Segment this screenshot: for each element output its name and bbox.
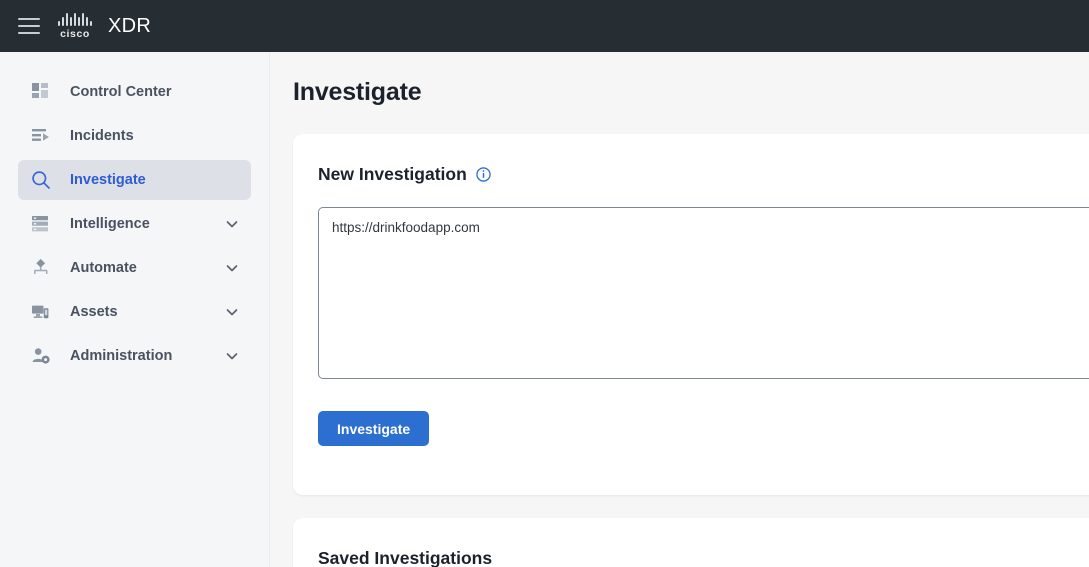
saved-investigations-card: Saved Investigations: [293, 518, 1089, 567]
investigation-input-textarea[interactable]: [318, 207, 1089, 379]
investigate-submit-button[interactable]: Investigate: [318, 411, 430, 446]
info-circle-icon[interactable]: [476, 167, 491, 182]
cisco-bars-icon: [58, 12, 92, 26]
sidebar-item-incidents[interactable]: Incidents: [18, 116, 251, 156]
chevron-down-icon[interactable]: [225, 349, 239, 363]
user-gear-icon: [30, 345, 52, 367]
incident-list-icon: [30, 125, 52, 147]
dashboard-grid-icon: [30, 81, 52, 103]
sidebar-item-intelligence[interactable]: Intelligence: [18, 204, 251, 244]
sidebar-item-label: Automate: [70, 260, 137, 276]
sidebar-item-label: Investigate: [70, 172, 146, 188]
sidebar-item-investigate[interactable]: Investigate: [18, 160, 251, 200]
page-title: Investigate: [293, 78, 422, 106]
magnifier-icon: [30, 169, 52, 191]
server-stack-icon: [30, 213, 52, 235]
sidebar-item-label: Assets: [70, 304, 118, 320]
sidebar-item-administration[interactable]: Administration: [18, 336, 251, 376]
sidebar-item-automate[interactable]: Automate: [18, 248, 251, 288]
main-content: Investigate New Investigation Investigat…: [270, 52, 1089, 567]
devices-icon: [30, 301, 52, 323]
sidebar: Control Center Incidents Investigate Int…: [0, 52, 270, 567]
new-investigation-card: New Investigation Investigate: [293, 134, 1089, 495]
sidebar-item-assets[interactable]: Assets: [18, 292, 251, 332]
product-name: XDR: [108, 14, 152, 37]
sidebar-item-label: Administration: [70, 348, 173, 364]
workflow-node-icon: [30, 257, 52, 279]
cisco-logo: cisco: [58, 12, 92, 40]
new-investigation-title: New Investigation: [318, 164, 467, 184]
new-investigation-heading: New Investigation: [293, 134, 1089, 185]
sidebar-item-control-center[interactable]: Control Center: [18, 72, 251, 112]
chevron-down-icon[interactable]: [225, 217, 239, 231]
hamburger-menu-icon[interactable]: [18, 18, 40, 34]
top-bar: cisco XDR: [0, 0, 1089, 52]
saved-investigations-heading: Saved Investigations: [293, 518, 1089, 567]
saved-investigations-title: Saved Investigations: [318, 548, 493, 567]
chevron-down-icon[interactable]: [225, 305, 239, 319]
chevron-down-icon[interactable]: [225, 261, 239, 275]
sidebar-item-label: Incidents: [70, 128, 134, 144]
sidebar-item-label: Control Center: [70, 84, 172, 100]
sidebar-item-label: Intelligence: [70, 216, 150, 232]
cisco-wordmark: cisco: [60, 27, 90, 40]
